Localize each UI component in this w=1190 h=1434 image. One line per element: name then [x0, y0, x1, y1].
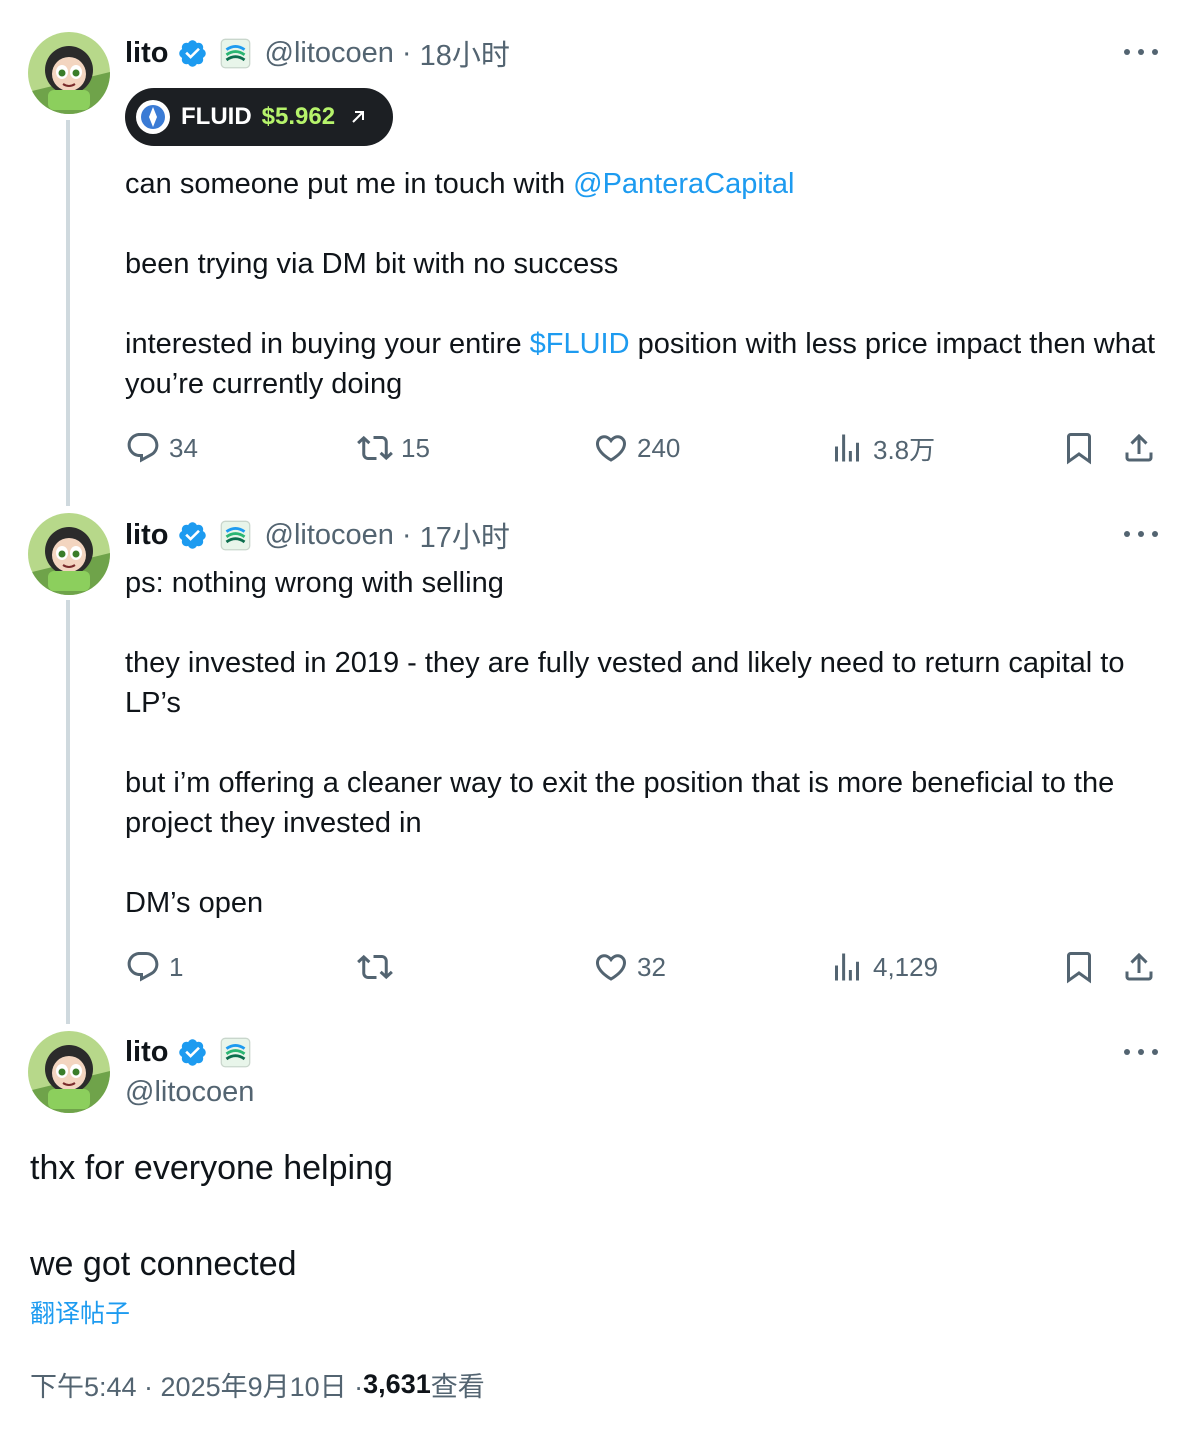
main-post-body: thx for everyone helping we got connecte… [30, 1144, 1160, 1288]
bookmark-icon [1067, 952, 1091, 984]
author-handle[interactable]: @litocoen [265, 519, 394, 552]
more-icon[interactable] [1124, 524, 1158, 544]
post-text: interested in buying your entire [125, 328, 530, 360]
post-text: but i’m offering a cleaner way to exit t… [125, 767, 1115, 839]
action-bar: 34 15 240 3.8万 [125, 426, 1165, 470]
like-count: 32 [637, 951, 666, 982]
post-header: lito @litocoen · 18小时 [125, 33, 510, 73]
views-count: 3.8万 [873, 434, 936, 465]
avatar[interactable] [28, 513, 110, 595]
affiliate-badge-icon [220, 1037, 250, 1067]
share-button[interactable] [1121, 945, 1157, 989]
post-text: we got connected [30, 1245, 297, 1283]
reply-count: 1 [169, 951, 184, 982]
views-total: 3,631 [363, 1368, 431, 1399]
author-name[interactable]: lito [125, 519, 169, 552]
repost-count: 15 [401, 432, 430, 463]
views-button[interactable]: 3.8万 [829, 426, 935, 470]
more-icon[interactable] [1124, 42, 1158, 62]
separator-dot: · [401, 518, 412, 551]
repost-button[interactable]: 15 [357, 426, 430, 470]
views-label: 查看 [430, 1371, 485, 1402]
author-name[interactable]: lito [125, 37, 169, 70]
post-time[interactable]: 18小时 [420, 32, 510, 74]
ticker-price: $5.962 [261, 103, 336, 130]
verified-badge-icon [178, 1038, 206, 1066]
post-text: can someone put me in touch with [125, 168, 574, 200]
separator-dot: · [401, 36, 412, 69]
repost-icon [357, 435, 393, 461]
post-header: lito [125, 1032, 251, 1072]
avatar[interactable] [28, 1031, 110, 1113]
bookmark-icon [1067, 433, 1091, 465]
post-text: they invested in 2019 - they are fully v… [125, 647, 1125, 719]
author-handle[interactable]: @litocoen [265, 37, 394, 70]
ticker-symbol: FLUID [181, 103, 252, 130]
verified-badge-icon [178, 521, 206, 549]
share-icon [1125, 952, 1153, 981]
post-body: can someone put me in touch with @Panter… [125, 164, 1165, 404]
post-body: ps: nothing wrong with selling they inve… [125, 563, 1165, 923]
external-link-icon [352, 111, 365, 123]
ticker-pill[interactable]: FLUID $5.962 [125, 88, 393, 146]
cashtag-link[interactable]: $FLUID [530, 328, 630, 360]
reply-icon [127, 433, 159, 463]
mention-link[interactable]: @PanteraCapital [573, 168, 794, 200]
post-time[interactable]: 17小时 [420, 514, 510, 556]
views-count: 4,129 [873, 951, 939, 982]
fluid-coin-icon [136, 100, 170, 134]
bookmark-button[interactable] [1061, 426, 1097, 470]
author-name[interactable]: lito [125, 1036, 169, 1069]
post-meta: 下午5:44 · 2025年9月10日 · 3,631 查看 [30, 1364, 485, 1404]
views-icon [835, 434, 859, 462]
post-text: thx for everyone helping [30, 1149, 393, 1187]
reply-icon [127, 952, 159, 982]
author-handle[interactable]: @litocoen [125, 1072, 254, 1112]
affiliate-badge-icon [220, 520, 250, 550]
post-text: DM’s open [125, 887, 264, 919]
action-bar: 1 32 4,129 [125, 945, 1165, 989]
like-button[interactable]: 240 [593, 426, 680, 470]
like-count: 240 [637, 432, 681, 463]
reply-button[interactable]: 34 [125, 426, 198, 470]
views-icon [835, 953, 859, 981]
share-button[interactable] [1121, 426, 1157, 470]
reply-button[interactable]: 1 [125, 945, 183, 989]
post-text: ps: nothing wrong with selling [125, 567, 504, 599]
reply-count: 34 [169, 432, 198, 463]
like-icon [595, 435, 627, 462]
affiliate-badge-icon [220, 38, 250, 68]
views-button[interactable]: 4,129 [829, 945, 938, 989]
post-header: lito @litocoen · 17小时 [125, 515, 510, 555]
translate-post-link[interactable]: 翻译帖子 [30, 1294, 130, 1330]
like-icon [595, 954, 627, 981]
share-icon [1125, 433, 1153, 462]
thread-connector [66, 120, 70, 506]
repost-button[interactable] [357, 945, 401, 989]
like-button[interactable]: 32 [593, 945, 666, 989]
thread-connector [66, 600, 70, 1024]
post-text: been trying via DM bit with no success [125, 248, 619, 280]
repost-icon [357, 954, 393, 980]
verified-badge-icon [178, 39, 206, 67]
avatar[interactable] [28, 32, 110, 114]
more-icon[interactable] [1124, 1042, 1158, 1062]
bookmark-button[interactable] [1061, 945, 1097, 989]
post-timestamp[interactable]: 下午5:44 · 2025年9月10日 · [30, 1365, 363, 1404]
